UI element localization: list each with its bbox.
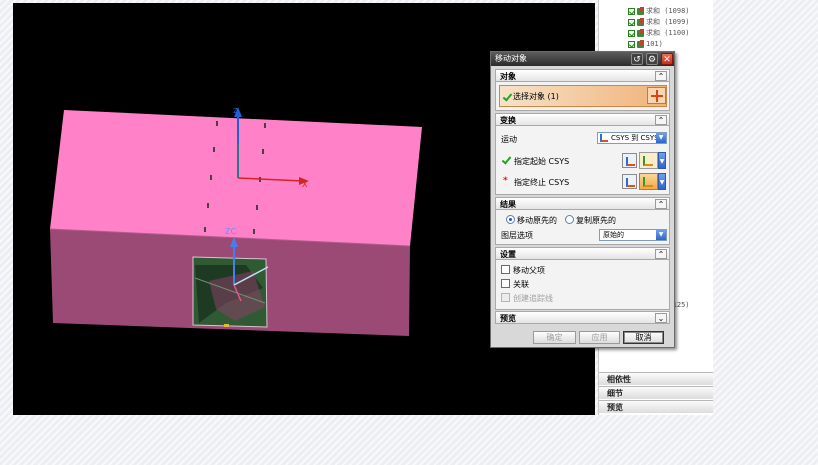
- chevron-down-icon: ▼: [656, 133, 666, 143]
- group-result-body: 移动原先的 复制原先的 图层选项 原始的 ▼: [495, 210, 670, 245]
- move-parents-label: 移动父项: [513, 266, 545, 275]
- expand-down-icon[interactable]: ⌄: [655, 313, 667, 323]
- checkbox-icon[interactable]: [628, 40, 635, 48]
- collapse-up-icon[interactable]: ⌃: [655, 115, 667, 125]
- create-trace-checkbox: [501, 293, 510, 302]
- group-object-title: 对象: [500, 72, 516, 81]
- navigator-item-label: 求和 (1099): [646, 17, 690, 26]
- checkbox-icon[interactable]: [628, 29, 635, 37]
- navigator-item[interactable]: 求和 (1100): [599, 28, 713, 39]
- group-result-title: 结果: [500, 200, 516, 209]
- copy-original-radio[interactable]: [565, 215, 574, 224]
- move-original-radio[interactable]: [506, 215, 515, 224]
- group-transform-title: 变换: [500, 116, 516, 125]
- dialog-title: 移动对象: [495, 54, 527, 63]
- checkbox-icon[interactable]: [628, 18, 635, 26]
- layer-option-label: 图层选项: [501, 231, 533, 240]
- collapse-up-icon[interactable]: ⌃: [655, 199, 667, 209]
- group-settings-header[interactable]: 设置 ⌃: [495, 247, 670, 260]
- unite-feature-icon: [637, 7, 644, 15]
- copy-original-label: 复制原先的: [576, 216, 616, 225]
- motion-value: CSYS 到 CSYS: [611, 134, 659, 142]
- csys-dialog-icon[interactable]: [622, 153, 637, 168]
- group-settings-body: 移动父项 关联 创建追踪线: [495, 260, 670, 310]
- motion-dropdown[interactable]: CSYS 到 CSYS ▼: [597, 132, 667, 144]
- check-icon: [502, 156, 510, 164]
- csys-motion-icon: [600, 134, 608, 142]
- navigator-item[interactable]: 求和 (1098): [599, 6, 713, 17]
- group-preview-header[interactable]: 预览 ⌄: [495, 311, 670, 324]
- navigator-item[interactable]: 求和 (1099): [599, 17, 713, 28]
- unite-feature-icon: [637, 28, 644, 37]
- navigator-item-label: 求和 (1100): [646, 28, 690, 37]
- group-transform-header[interactable]: 变换 ⌃: [495, 113, 670, 126]
- group-result-header[interactable]: 结果 ⌃: [495, 197, 670, 210]
- collapse-up-icon[interactable]: ⌃: [655, 71, 667, 81]
- unite-feature-icon: [637, 17, 644, 26]
- axis-zc-label: ZC: [225, 227, 236, 236]
- unite-feature-icon: [637, 39, 644, 48]
- csys-dialog-icon[interactable]: [622, 174, 637, 189]
- start-csys-label: 指定起始 CSYS: [514, 157, 570, 166]
- apply-button[interactable]: 应用: [579, 331, 620, 344]
- ok-button[interactable]: 确定: [533, 331, 576, 344]
- check-icon: [503, 93, 511, 101]
- select-object-row[interactable]: 选择对象 (1): [499, 85, 667, 107]
- layer-option-dropdown[interactable]: 原始的 ▼: [599, 229, 667, 241]
- chevron-down-icon: ▼: [656, 230, 666, 240]
- required-star-icon: *: [503, 176, 508, 186]
- close-icon[interactable]: ✕: [661, 53, 673, 65]
- inferred-csys-icon[interactable]: [639, 173, 658, 190]
- create-trace-label: 创建追踪线: [513, 294, 553, 303]
- group-preview-title: 预览: [500, 314, 516, 323]
- group-object-header[interactable]: 对象 ⌃: [495, 69, 670, 82]
- section-preview[interactable]: 预览: [599, 400, 713, 413]
- navigator-item-label: 求和 (1098): [646, 7, 690, 15]
- section-dependencies[interactable]: 相依性: [599, 372, 713, 385]
- checkbox-icon[interactable]: [628, 8, 635, 15]
- chevron-down-icon[interactable]: ▼: [658, 173, 666, 190]
- axis-z-label: Z: [233, 107, 238, 115]
- group-settings-title: 设置: [500, 250, 516, 259]
- collapse-up-icon[interactable]: ⌃: [655, 249, 667, 259]
- cancel-button[interactable]: 取消: [623, 331, 664, 344]
- box-top-face: [50, 110, 422, 246]
- layer-option-value: 原始的: [603, 231, 624, 239]
- chevron-down-icon[interactable]: ▼: [658, 152, 666, 169]
- axis-x-label: X: [302, 180, 308, 189]
- end-csys-label: 指定终止 CSYS: [514, 178, 570, 187]
- motion-label: 运动: [501, 135, 517, 144]
- select-object-label: 选择对象 (1): [513, 92, 559, 101]
- associative-checkbox[interactable]: [501, 279, 510, 288]
- group-object-body: 选择对象 (1): [495, 82, 670, 111]
- crosshair-select-icon[interactable]: [647, 87, 666, 104]
- group-transform-body: 运动 CSYS 到 CSYS ▼ 指定起始 CSYS ▼ * 指定终止 CSYS…: [495, 126, 670, 195]
- inferred-csys-icon[interactable]: [639, 152, 658, 169]
- navigator-item-label: 101): [646, 39, 663, 48]
- navigator-item[interactable]: 101): [599, 39, 713, 50]
- move-original-label: 移动原先的: [517, 216, 557, 225]
- move-object-dialog[interactable]: 移动对象 ↺ ⚙ ✕ 对象 ⌃ 选择对象 (1) 变换 ⌃ 运动 CSYS 到 …: [490, 51, 675, 348]
- gear-icon[interactable]: ⚙: [646, 53, 658, 65]
- associative-label: 关联: [513, 280, 529, 289]
- reset-icon[interactable]: ↺: [631, 53, 643, 65]
- section-details[interactable]: 细节: [599, 386, 713, 399]
- move-parents-checkbox[interactable]: [501, 265, 510, 274]
